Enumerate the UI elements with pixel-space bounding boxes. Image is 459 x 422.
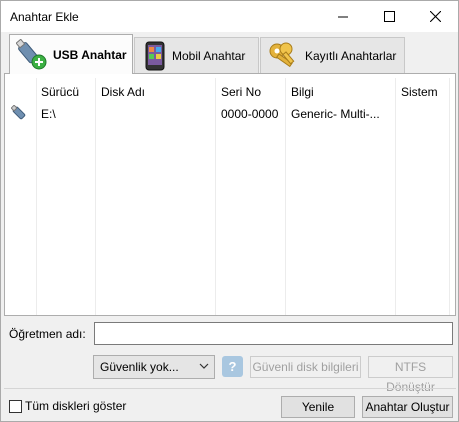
column-header-system[interactable]: Sistem	[401, 85, 438, 99]
column-header-drive[interactable]: Sürücü	[41, 85, 79, 99]
column-divider	[95, 78, 96, 315]
maximize-icon	[383, 11, 395, 22]
secure-disk-info-button[interactable]: Güvenli disk bilgileri	[250, 356, 361, 378]
cell-serial: 0000-0000	[221, 107, 279, 121]
cell-drive: E:\	[41, 107, 56, 121]
close-icon	[429, 11, 441, 22]
mobile-phone-icon	[145, 41, 165, 70]
create-key-button[interactable]: Anahtar Oluştur	[362, 396, 453, 418]
column-divider	[449, 78, 450, 315]
tab-saved-keys[interactable]: Kayıtlı Anahtarlar	[260, 37, 405, 73]
tab-bar: USB Anahtar Mobil Anahtar Kayıtlı Anahta…	[1, 34, 459, 74]
usb-key-icon	[16, 38, 47, 69]
show-all-disks-label[interactable]: Tüm diskleri göster	[25, 399, 126, 413]
chevron-down-icon	[199, 363, 209, 369]
teacher-name-input[interactable]	[94, 322, 453, 345]
refresh-button[interactable]: Yenile	[281, 396, 355, 418]
tab-usb-key[interactable]: USB Anahtar	[9, 34, 133, 74]
add-key-window: Anahtar Ekle USB Anahtar Mobil Anahtar K…	[0, 0, 459, 422]
help-icon[interactable]: ?	[222, 356, 243, 377]
teacher-name-label: Öğretmen adı:	[9, 327, 86, 341]
minimize-button[interactable]	[320, 1, 366, 32]
tab-saved-keys-label: Kayıtlı Anahtarlar	[305, 48, 397, 63]
column-divider	[285, 78, 286, 315]
column-divider	[36, 78, 37, 315]
column-header-info[interactable]: Bilgi	[291, 85, 314, 99]
window-title: Anahtar Ekle	[10, 10, 79, 24]
minimize-icon	[338, 16, 348, 17]
drive-list[interactable]: Sürücü Disk Adı Seri No Bilgi Sistem E:\…	[4, 73, 456, 316]
tab-mobile-key-label: Mobil Anahtar	[172, 48, 246, 63]
keys-icon	[269, 42, 295, 67]
security-dropdown-value: Güvenlik yok...	[100, 360, 179, 374]
column-divider	[215, 78, 216, 315]
tab-usb-key-label: USB Anahtar	[53, 47, 127, 62]
usb-drive-icon	[11, 105, 26, 120]
security-dropdown[interactable]: Güvenlik yok...	[93, 355, 215, 379]
ntfs-convert-button[interactable]: NTFS Dönüştür	[368, 356, 453, 394]
close-button[interactable]	[412, 1, 458, 32]
show-all-disks-checkbox[interactable]	[9, 400, 22, 413]
divider	[4, 388, 456, 389]
title-bar: Anahtar Ekle	[1, 1, 458, 32]
column-header-serial[interactable]: Seri No	[221, 85, 261, 99]
column-divider	[395, 78, 396, 315]
maximize-button[interactable]	[366, 1, 412, 32]
cell-info: Generic- Multi-...	[291, 107, 380, 121]
column-header-disk-name[interactable]: Disk Adı	[101, 85, 145, 99]
tab-mobile-key[interactable]: Mobil Anahtar	[134, 37, 259, 73]
